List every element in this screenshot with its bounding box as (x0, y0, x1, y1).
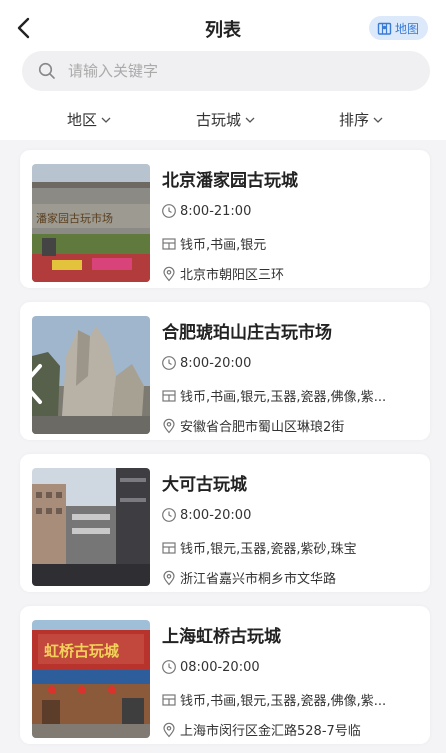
items-row: 钱币,书画,银元 (161, 234, 266, 253)
address-row: 上海市闵行区金汇路528-7号临 (161, 720, 361, 739)
hours-row: 08:00-20:00 (161, 659, 260, 675)
filter-market-label: 古玩城 (196, 111, 242, 129)
category-icon (162, 541, 176, 554)
items-text: 钱币,书画,银元,玉器,瓷器,佛像,紫... (180, 694, 387, 709)
location-pin-icon (163, 266, 175, 281)
market-name: 大可古玩城 (162, 475, 247, 495)
thumb-sign: 虹桥古玩城 (44, 642, 119, 660)
list-item[interactable]: 合肥琥珀山庄古玩市场 8:00-20:00 钱币,书画,银元,玉器,瓷器,佛像,… (20, 302, 430, 440)
clock-icon (162, 204, 176, 218)
search-bar (0, 44, 446, 98)
filter-region-label: 地区 (67, 111, 98, 129)
filter-sort-label: 排序 (339, 111, 370, 129)
market-thumbnail: 虹桥古玩城 (32, 620, 150, 738)
market-thumbnail (32, 468, 150, 586)
hours-text: 8:00-20:00 (180, 507, 252, 523)
items-row: 钱币,银元,玉器,瓷器,紫砂,珠宝 (161, 538, 357, 557)
chevron-left-icon (22, 364, 42, 404)
location-pin-icon (163, 570, 175, 585)
address-text: 浙江省嘉兴市桐乡市文华路 (180, 572, 337, 587)
filter-sort[interactable]: 排序 (339, 109, 384, 130)
chevron-left-icon (17, 17, 30, 39)
thumb-sign: 潘家园古玩市场 (36, 211, 113, 225)
market-name: 上海虹桥古玩城 (162, 627, 281, 647)
address-text: 上海市闵行区金汇路528-7号临 (180, 724, 361, 739)
search-box[interactable] (22, 51, 430, 91)
address-text: 北京市朝阳区三环 (180, 268, 285, 283)
list-item[interactable]: 虹桥古玩城 上海虹桥古玩城 08:00-20:00 钱币,书画,银元,玉器,瓷器… (20, 606, 430, 744)
market-thumbnail (32, 316, 150, 434)
hours-text: 8:00-21:00 (180, 203, 252, 219)
filter-bar: 地区 古玩城 排序 (0, 98, 446, 140)
chevron-down-icon (245, 117, 255, 123)
chevron-down-icon (373, 117, 383, 123)
map-button-label: 地图 (394, 21, 419, 36)
items-text: 钱币,书画,银元 (180, 238, 267, 253)
items-text: 钱币,书画,银元,玉器,瓷器,佛像,紫... (180, 390, 387, 405)
search-icon (38, 62, 55, 79)
category-icon (162, 389, 176, 402)
location-pin-icon (163, 418, 175, 433)
category-icon (162, 693, 176, 706)
address-row: 安徽省合肥市蜀山区琳琅2街 (161, 416, 344, 435)
hours-row: 8:00-20:00 (161, 355, 251, 371)
filter-market[interactable]: 古玩城 (196, 109, 256, 130)
list-item[interactable]: 潘家园古玩市场 北京潘家园古玩城 8:00-21:00 钱币,书画,银元 北京市… (20, 150, 430, 288)
market-name: 北京潘家园古玩城 (162, 171, 298, 191)
clock-icon (162, 356, 176, 370)
market-thumbnail: 潘家园古玩市场 (32, 164, 150, 282)
map-button[interactable]: 地图 (368, 16, 428, 40)
hours-row: 8:00-21:00 (161, 203, 251, 219)
list-item[interactable]: 大可古玩城 8:00-20:00 钱币,银元,玉器,瓷器,紫砂,珠宝 浙江省嘉兴… (20, 454, 430, 592)
clock-icon (162, 660, 176, 674)
hours-text: 8:00-20:00 (180, 355, 252, 371)
chevron-down-icon (101, 117, 111, 123)
category-icon (162, 237, 176, 250)
items-row: 钱币,书画,银元,玉器,瓷器,佛像,紫... (161, 690, 386, 709)
items-text: 钱币,银元,玉器,瓷器,紫砂,珠宝 (180, 542, 357, 557)
location-pin-icon (163, 722, 175, 737)
map-icon (377, 22, 392, 35)
hours-text: 08:00-20:00 (180, 659, 260, 675)
market-name: 合肥琥珀山庄古玩市场 (162, 323, 332, 343)
clock-icon (162, 508, 176, 522)
side-back-arrow[interactable] (18, 362, 46, 406)
address-row: 浙江省嘉兴市桐乡市文华路 (161, 568, 336, 587)
address-text: 安徽省合肥市蜀山区琳琅2街 (180, 420, 345, 435)
address-row: 北京市朝阳区三环 (161, 264, 284, 283)
hours-row: 8:00-20:00 (161, 507, 251, 523)
search-input[interactable] (66, 61, 400, 81)
items-row: 钱币,书画,银元,玉器,瓷器,佛像,紫... (161, 386, 386, 405)
filter-region[interactable]: 地区 (67, 109, 112, 130)
back-button[interactable] (12, 14, 38, 42)
